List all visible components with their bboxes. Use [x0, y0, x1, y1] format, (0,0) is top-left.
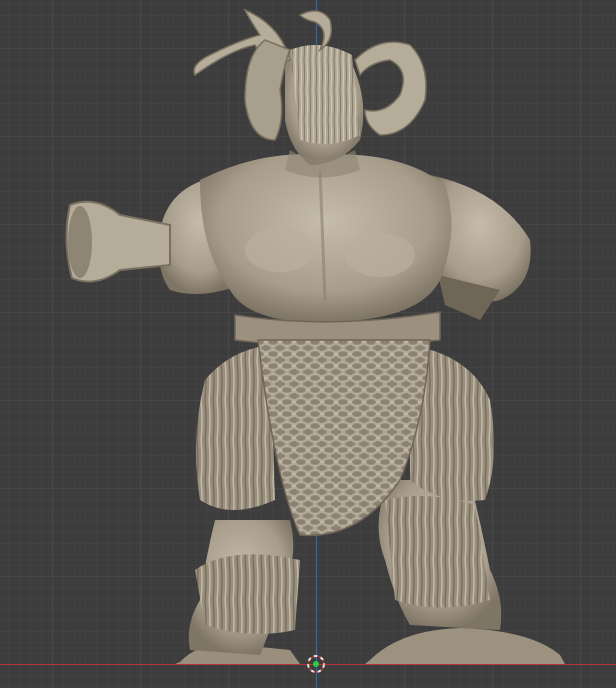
- sculpt-model[interactable]: [0, 0, 616, 688]
- left-leg-fur: [195, 554, 300, 634]
- left-shoulder-blade: [245, 228, 315, 272]
- horn-top: [298, 10, 332, 53]
- horn-right-curl: [354, 41, 427, 136]
- right-shoulder-blade: [345, 233, 415, 277]
- right-leg-fur: [385, 496, 490, 608]
- club-end: [68, 206, 92, 278]
- hair: [290, 45, 360, 144]
- 3d-viewport[interactable]: [0, 0, 616, 688]
- 3d-cursor-icon[interactable]: [305, 653, 327, 675]
- base-rock-right: [365, 628, 565, 664]
- horn-left-curl: [244, 39, 292, 141]
